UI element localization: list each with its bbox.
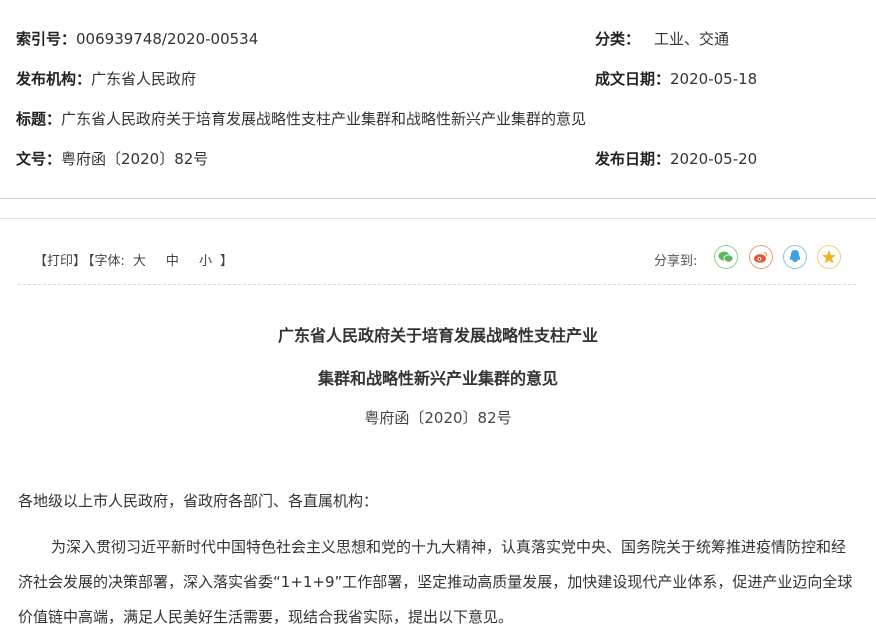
meta-category-label: 分类： <box>595 30 641 48</box>
article-docnum: 粤府函〔2020〕82号 <box>364 409 512 427</box>
meta-publisher-value: 广东省人民政府 <box>91 70 197 88</box>
toolbar-left: 【打印】 【字体: 大 中 小】 <box>34 250 235 269</box>
qzone-icon[interactable] <box>817 245 841 269</box>
font-size-suffix: 】 <box>219 254 233 269</box>
meta-pub-date-row: 发布日期：2020-05-20 <box>595 149 757 169</box>
meta-pub-date-value: 2020-05-20 <box>670 150 758 168</box>
weibo-icon[interactable] <box>749 245 773 269</box>
meta-divider <box>0 198 876 199</box>
toolbar-divider <box>18 284 856 285</box>
meta-written-date-row: 成文日期：2020-05-18 <box>595 69 757 89</box>
meta-publisher-label: 发布机构： <box>16 70 92 88</box>
font-size-medium-link[interactable]: 中 <box>166 254 179 269</box>
font-size-small-link[interactable]: 小 <box>199 254 212 269</box>
meta-title-value: 广东省人民政府关于培育发展战略性支柱产业集群和战略性新兴产业集群的意见 <box>61 110 587 128</box>
qq-icon[interactable] <box>783 245 807 269</box>
meta-docnum-label: 文号： <box>16 150 62 168</box>
meta-index-label: 索引号： <box>16 30 77 48</box>
meta-written-date-label: 成文日期： <box>595 70 671 88</box>
meta-pub-date-label: 发布日期： <box>595 150 671 168</box>
article-toolbar: 【打印】 【字体: 大 中 小】 分享到: <box>0 245 876 272</box>
weibo-icon-glyph <box>754 251 768 263</box>
qzone-star-glyph <box>822 250 836 264</box>
meta-index-value: 006939748/2020-00534 <box>76 30 259 48</box>
meta-docnum-row: 文号：粤府函〔2020〕82号 <box>16 149 208 169</box>
meta-title-label: 标题： <box>16 110 62 128</box>
meta-title-row: 标题：广东省人民政府关于培育发展战略性支柱产业集群和战略性新兴产业集群的意见 <box>16 109 586 129</box>
meta-category-row: 分类： 工业、交通 <box>595 29 729 49</box>
meta-publisher-row: 发布机构：广东省人民政府 <box>16 69 196 89</box>
font-size-prefix: 【字体: <box>88 254 125 269</box>
meta-divider-lower <box>0 218 876 219</box>
wechat-icon[interactable] <box>714 245 738 269</box>
qq-icon-glyph <box>789 250 801 262</box>
font-size-large-link[interactable]: 大 <box>133 254 146 269</box>
article-title-line1: 广东省人民政府关于培育发展战略性支柱产业 <box>277 326 598 345</box>
article-addressee: 各地级以上市人民政府，省政府各部门、各直属机构： <box>18 492 379 510</box>
share-label: 分享到: <box>654 254 698 269</box>
article-title-line2: 集群和战略性新兴产业集群的意见 <box>317 369 558 388</box>
document-meta-panel: 索引号：006939748/2020-00534 分类： 工业、交通 发布机构：广… <box>0 0 876 198</box>
wechat-icon-glyph <box>718 251 734 263</box>
print-link[interactable]: 【打印】 <box>34 254 86 269</box>
article-paragraph: 为深入贯彻习近平新时代中国特色社会主义思想和党的十九大精神，认真落实党中央、国务… <box>18 538 853 626</box>
meta-index-row: 索引号：006939748/2020-00534 <box>16 29 258 49</box>
meta-category-value: 工业、交通 <box>654 30 730 48</box>
meta-docnum-value: 粤府函〔2020〕82号 <box>61 150 209 168</box>
meta-written-date-value: 2020-05-18 <box>670 70 758 88</box>
